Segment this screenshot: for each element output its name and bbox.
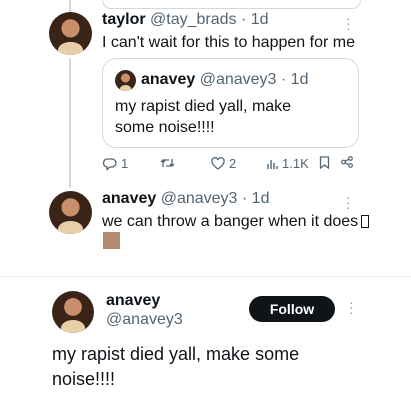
display-name: anavey [141,71,196,88]
views-icon [267,159,278,169]
timestamp: · 1d [280,71,309,88]
bookmark-button[interactable] [319,156,330,169]
like-count: 2 [229,156,237,171]
avatar [115,70,136,91]
avatar[interactable] [49,191,92,234]
reply-icon [103,157,117,171]
retweet-button[interactable] [160,156,179,170]
avatar[interactable] [49,12,92,55]
user-handle: @anavey3 [199,71,277,88]
views-count: 1.1K [282,156,309,171]
section-divider [0,276,411,277]
main-tweet-text: my rapist died yall, make some noise!!!! [52,344,300,389]
user-handle[interactable]: @anavey3 [106,311,183,329]
timestamp[interactable]: · 1d [242,190,270,207]
reply-count: 1 [121,156,129,171]
timestamp[interactable]: · 1d [241,11,269,28]
tweet-text: I can't wait for this to happen for me [102,34,355,51]
more-options-icon[interactable]: · · · [346,190,351,214]
retweet-icon [160,159,175,167]
bookmark-icon [319,156,330,169]
user-handle[interactable]: @tay_brads [150,11,237,28]
like-button[interactable]: 2 [211,156,236,171]
tweet-text-row: we can throw a banger when it does [102,211,370,232]
tweet-header: anavey @anavey3 · 1d [102,190,269,208]
share-button[interactable] [341,156,353,168]
media-thumbnail[interactable] [103,232,120,249]
emoji-placeholder-icon [361,215,370,228]
display-name[interactable]: anavey [106,292,160,310]
display-name[interactable]: anavey [102,190,156,207]
tweet-text: we can throw a banger when it does [102,213,359,230]
share-icon [341,156,353,168]
like-icon [211,157,225,170]
more-options-icon[interactable]: · · · [349,295,354,319]
views-button[interactable]: 1.1K [266,156,309,171]
quoted-tweet[interactable]: anavey @anavey3 · 1d my rapist died yall… [102,58,359,148]
previous-card-edge [102,0,361,9]
quoted-tweet-text: my rapist died yall, make some noise!!!! [115,98,292,136]
thread-line [69,0,71,12]
quoted-tweet-header: anavey @anavey3 · 1d [141,71,308,89]
tweet-header: taylor @tay_brads · 1d [102,11,269,29]
reply-button[interactable]: 1 [103,156,128,171]
thread-line [69,58,71,188]
avatar[interactable] [52,291,94,333]
follow-button[interactable]: Follow [249,296,335,322]
display-name[interactable]: taylor [102,11,146,28]
user-handle[interactable]: @anavey3 [161,190,238,207]
more-options-icon[interactable]: · · · [346,11,351,35]
